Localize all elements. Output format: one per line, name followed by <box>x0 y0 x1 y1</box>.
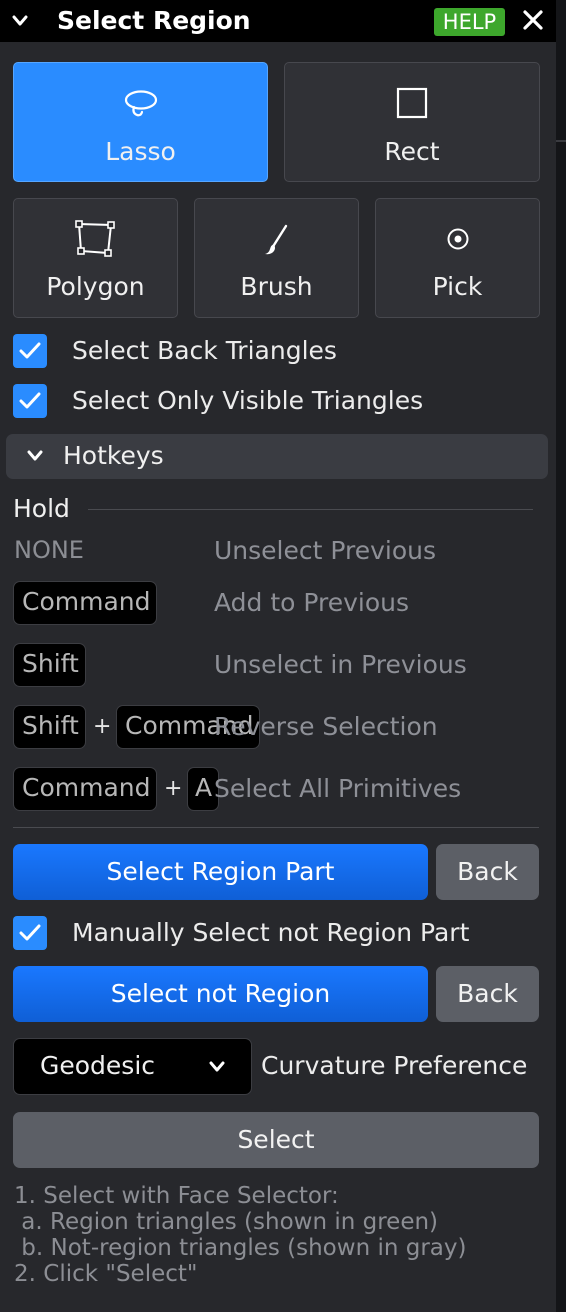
hotkey-desc-select-all: Select All Primitives <box>214 774 462 803</box>
pick-label: Pick <box>432 272 483 301</box>
checkmark-icon <box>19 342 41 359</box>
back-button[interactable]: Back <box>436 966 539 1022</box>
lasso-tool-button[interactable]: Lasso <box>13 62 268 182</box>
brush-tool-button[interactable]: Brush <box>194 198 359 318</box>
brush-icon <box>264 224 287 255</box>
checkmark-icon <box>19 392 41 409</box>
plus-sign: + <box>93 714 112 739</box>
curvature-label: Curvature Preference <box>261 1051 528 1080</box>
hotkeys-title: Hotkeys <box>63 441 164 470</box>
chevron-down-icon <box>209 1061 225 1072</box>
visible-triangles-label: Select Only Visible Triangles <box>72 386 424 415</box>
select-not-region-button[interactable]: Select not Region <box>13 966 428 1022</box>
rect-tool-button[interactable]: Rect <box>284 62 540 182</box>
hotkey-desc-add-to-previous: Add to Previous <box>214 588 410 617</box>
collapse-chevron-icon[interactable] <box>10 11 30 31</box>
key-command: Command <box>13 581 157 625</box>
hotkey-none: NONE <box>14 536 84 564</box>
back-triangles-label: Select Back Triangles <box>72 336 337 365</box>
key-shift: Shift <box>13 705 86 749</box>
instruction-line: b. Not-region triangles (shown in gray) <box>14 1235 467 1261</box>
back-triangles-checkbox[interactable] <box>13 334 47 368</box>
brush-label: Brush <box>240 272 313 301</box>
select-region-part-button[interactable]: Select Region Part <box>13 844 428 900</box>
polygon-tool-button[interactable]: Polygon <box>13 198 178 318</box>
key-command: Command <box>13 767 157 811</box>
visible-triangles-checkbox[interactable] <box>13 384 47 418</box>
lasso-label: Lasso <box>105 137 176 166</box>
plus-sign: + <box>164 776 183 801</box>
lasso-icon <box>124 90 157 117</box>
instruction-line: 2. Click "Select" <box>14 1261 198 1287</box>
viewport-edge-mark <box>556 140 566 142</box>
title-bar: Select Region HELP <box>0 0 556 42</box>
chevron-down-icon <box>27 450 43 461</box>
instruction-line: a. Region triangles (shown in green) <box>14 1209 439 1235</box>
hotkeys-section-header[interactable]: Hotkeys <box>6 434 548 479</box>
hotkey-desc-unselect-previous: Unselect Previous <box>214 536 437 565</box>
viewport-edge <box>556 0 566 1312</box>
rectangle-icon <box>396 87 428 119</box>
rect-label: Rect <box>384 137 440 166</box>
manual-select-checkbox[interactable] <box>13 916 47 950</box>
manual-select-label: Manually Select not Region Part <box>72 918 470 947</box>
polygon-icon <box>74 220 115 257</box>
help-button[interactable]: HELP <box>434 8 505 36</box>
select-button[interactable]: Select <box>13 1112 539 1168</box>
curvature-dropdown[interactable]: Geodesic <box>13 1038 252 1095</box>
hotkey-desc-reverse-selection: Reverse Selection <box>214 712 438 741</box>
panel-title: Select Region <box>57 6 251 35</box>
back-button[interactable]: Back <box>436 844 539 900</box>
pick-tool-button[interactable]: Pick <box>375 198 540 318</box>
hotkey-desc-unselect-in-previous: Unselect in Previous <box>214 650 467 679</box>
key-shift: Shift <box>13 643 86 687</box>
section-divider <box>13 827 539 828</box>
close-icon[interactable] <box>522 9 544 31</box>
polygon-label: Polygon <box>46 272 145 301</box>
hold-divider <box>88 509 533 510</box>
instruction-line: 1. Select with Face Selector: <box>14 1183 339 1209</box>
target-icon <box>447 228 468 250</box>
hold-label: Hold <box>13 494 70 523</box>
checkmark-icon <box>19 924 41 941</box>
select-region-panel: Select Region HELP Lasso Rect Polygon Br… <box>0 0 556 1312</box>
curvature-value: Geodesic <box>40 1051 156 1080</box>
